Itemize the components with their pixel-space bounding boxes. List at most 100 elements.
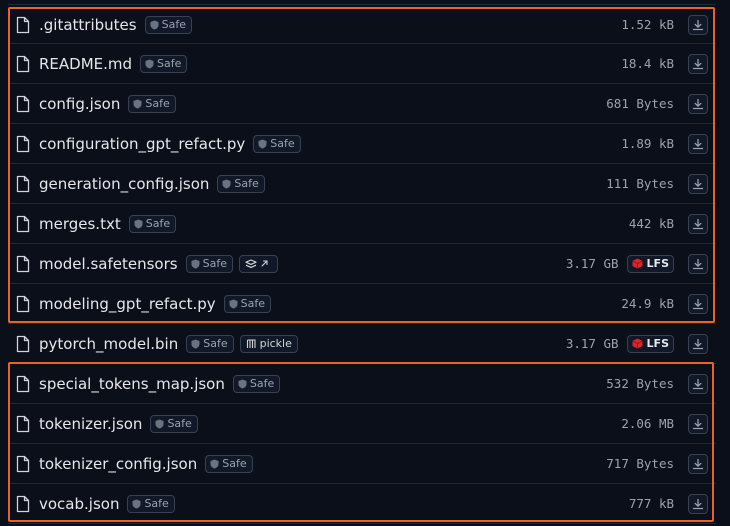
file-row: modeling_gpt_refact.py Safe 24.9 kB bbox=[8, 284, 716, 324]
file-link[interactable]: config.json Safe bbox=[16, 84, 176, 123]
file-row: vocab.json Safe 777 kB bbox=[8, 484, 716, 524]
file-row: README.md Safe 18.4 kB bbox=[8, 44, 716, 84]
download-button[interactable] bbox=[688, 133, 708, 154]
safe-badge-label: Safe bbox=[249, 376, 275, 390]
file-row: tokenizer.json Safe 2.06 MB bbox=[8, 404, 716, 444]
file-name: .gitattributes bbox=[39, 15, 137, 34]
download-button[interactable] bbox=[688, 253, 708, 274]
file-link[interactable]: tokenizer.json Safe bbox=[16, 404, 198, 443]
safetensors-icon bbox=[245, 258, 257, 268]
download-button[interactable] bbox=[688, 213, 708, 234]
file-size: 24.9 kB bbox=[621, 296, 674, 311]
lfs-icon bbox=[631, 258, 643, 269]
file-row: model.safetensors Safe 3.17 GB LFS bbox=[8, 244, 716, 284]
safe-badge[interactable]: Safe bbox=[128, 94, 176, 113]
safe-badge[interactable]: Safe bbox=[223, 294, 272, 313]
download-button[interactable] bbox=[688, 93, 708, 114]
pickle-label: pickle bbox=[259, 336, 292, 350]
download-button[interactable] bbox=[688, 493, 708, 514]
safe-badge[interactable]: Safe bbox=[232, 374, 281, 393]
pickle-icon bbox=[246, 338, 256, 348]
file-link[interactable]: special_tokens_map.json Safe bbox=[16, 364, 281, 403]
file-size: 532 Bytes bbox=[606, 376, 674, 391]
file-row: config.json Safe 681 Bytes bbox=[8, 84, 716, 124]
safetensors-viewer-button[interactable] bbox=[238, 254, 278, 273]
download-button[interactable] bbox=[688, 333, 708, 354]
lfs-label: LFS bbox=[646, 337, 669, 350]
shield-icon bbox=[258, 139, 267, 148]
safe-badge[interactable]: Safe bbox=[128, 214, 177, 233]
file-row: pytorch_model.bin Safe pickle 3.17 GB LF… bbox=[8, 324, 716, 364]
download-button[interactable] bbox=[688, 293, 708, 314]
download-icon bbox=[692, 378, 704, 389]
safe-badge-label: Safe bbox=[145, 96, 170, 110]
file-link[interactable]: .gitattributes Safe bbox=[16, 5, 192, 44]
shield-icon bbox=[150, 20, 159, 29]
pickle-badge[interactable]: pickle bbox=[239, 334, 298, 353]
file-link[interactable]: modeling_gpt_refact.py Safe bbox=[16, 284, 272, 323]
safe-badge[interactable]: Safe bbox=[186, 334, 234, 353]
safe-badge-label: Safe bbox=[202, 256, 227, 270]
download-button[interactable] bbox=[688, 53, 708, 74]
download-icon bbox=[692, 58, 704, 69]
file-name: vocab.json bbox=[39, 494, 120, 513]
safe-badge[interactable]: Safe bbox=[140, 54, 188, 73]
file-icon bbox=[16, 295, 30, 313]
download-icon bbox=[692, 418, 704, 429]
file-icon bbox=[16, 455, 30, 473]
file-size: 3.17 GB bbox=[565, 256, 619, 271]
file-icon bbox=[16, 16, 30, 34]
download-button[interactable] bbox=[688, 14, 708, 35]
file-icon bbox=[16, 55, 30, 73]
safe-badge[interactable]: Safe bbox=[127, 494, 175, 513]
file-name: special_tokens_map.json bbox=[39, 374, 225, 393]
download-button[interactable] bbox=[688, 413, 708, 434]
file-link[interactable]: tokenizer_config.json Safe bbox=[16, 444, 253, 483]
file-link[interactable]: model.safetensors Safe bbox=[16, 244, 278, 283]
lfs-badge: LFS bbox=[626, 334, 674, 353]
file-name: merges.txt bbox=[39, 214, 121, 233]
file-link[interactable]: vocab.json Safe bbox=[16, 484, 175, 523]
file-icon bbox=[16, 495, 30, 513]
file-size: 717 Bytes bbox=[606, 456, 674, 471]
lfs-label: LFS bbox=[646, 257, 669, 270]
file-size: 2.06 MB bbox=[621, 416, 674, 431]
file-link[interactable]: configuration_gpt_refact.py Safe bbox=[16, 124, 301, 163]
file-icon bbox=[16, 175, 30, 193]
shield-icon bbox=[155, 419, 164, 428]
shield-icon bbox=[222, 179, 231, 188]
download-icon bbox=[692, 178, 704, 189]
safe-badge[interactable]: Safe bbox=[217, 174, 265, 193]
safe-badge-label: Safe bbox=[145, 216, 171, 230]
shield-icon bbox=[238, 379, 247, 388]
shield-icon bbox=[191, 259, 200, 268]
download-icon bbox=[692, 218, 704, 229]
safe-badge[interactable]: Safe bbox=[185, 254, 233, 273]
safe-badge[interactable]: Safe bbox=[205, 454, 253, 473]
download-button[interactable] bbox=[688, 453, 708, 474]
external-link-icon bbox=[261, 260, 268, 267]
download-button[interactable] bbox=[688, 173, 708, 194]
file-size: 18.4 kB bbox=[621, 56, 674, 71]
safe-badge-label: Safe bbox=[167, 416, 192, 430]
file-link[interactable]: pytorch_model.bin Safe pickle bbox=[16, 324, 298, 363]
safe-badge[interactable]: Safe bbox=[144, 15, 192, 34]
download-icon bbox=[692, 258, 704, 269]
safe-badge-label: Safe bbox=[144, 496, 169, 510]
safe-badge[interactable]: Safe bbox=[150, 414, 198, 433]
file-name: generation_config.json bbox=[39, 174, 210, 193]
file-name: modeling_gpt_refact.py bbox=[39, 294, 216, 313]
file-size: 442 kB bbox=[628, 216, 674, 231]
file-name: model.safetensors bbox=[39, 254, 178, 273]
file-size: 1.52 kB bbox=[621, 17, 674, 32]
file-name: config.json bbox=[39, 94, 121, 113]
shield-icon bbox=[145, 59, 154, 68]
safe-badge-label: Safe bbox=[222, 456, 247, 470]
download-button[interactable] bbox=[688, 373, 708, 394]
safe-badge[interactable]: Safe bbox=[253, 134, 301, 153]
file-link[interactable]: README.md Safe bbox=[16, 44, 188, 83]
file-link[interactable]: merges.txt Safe bbox=[16, 204, 177, 243]
shield-icon bbox=[229, 299, 238, 308]
file-link[interactable]: generation_config.json Safe bbox=[16, 164, 265, 203]
safe-badge-label: Safe bbox=[203, 336, 228, 350]
